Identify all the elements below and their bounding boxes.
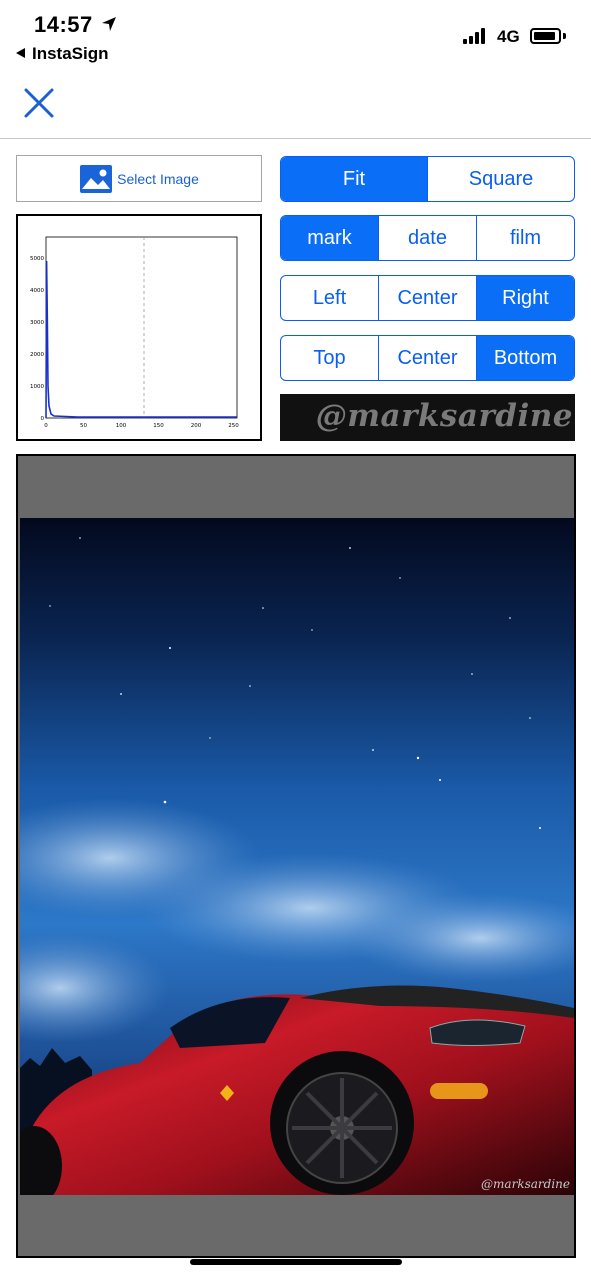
- nav-divider: [0, 138, 591, 139]
- date-option[interactable]: date: [378, 216, 476, 260]
- home-indicator: [190, 1259, 402, 1265]
- y-tick-0: 0: [41, 416, 45, 422]
- vertical-align-control: Top Center Bottom: [280, 335, 575, 381]
- night-sky-car-photo: [20, 518, 574, 1195]
- square-option[interactable]: Square: [427, 157, 574, 201]
- location-arrow-icon: [102, 17, 116, 31]
- text-type-control: mark date film: [280, 215, 575, 261]
- top-option[interactable]: Top: [281, 336, 378, 380]
- image-icon: [80, 164, 113, 193]
- horizontal-align-control: Left Center Right: [280, 275, 575, 321]
- histogram-chart: 0 50 100 150 200 250 0 1000 2000 3000 40…: [30, 236, 239, 429]
- x-tick-250: 250: [228, 423, 239, 429]
- watermark-preview: @marksardine: [280, 394, 575, 441]
- left-option[interactable]: Left: [281, 276, 378, 320]
- y-tick-1000: 1000: [30, 384, 44, 390]
- back-to-app-link[interactable]: InstaSign: [16, 44, 109, 64]
- v-center-option[interactable]: Center: [378, 336, 476, 380]
- watermark-preview-text: @marksardine: [315, 398, 573, 434]
- back-arrow-icon: [16, 48, 25, 58]
- y-tick-5000: 5000: [30, 256, 44, 262]
- back-link-label: InstaSign: [32, 44, 109, 63]
- photo: @marksardine: [20, 518, 574, 1195]
- network-type: 4G: [497, 27, 520, 46]
- status-time: 14:57: [34, 12, 93, 37]
- fit-option[interactable]: Fit: [281, 157, 427, 201]
- right-option[interactable]: Right: [476, 276, 574, 320]
- photo-watermark: @marksardine: [481, 1177, 570, 1191]
- histogram-panel: 0 50 100 150 200 250 0 1000 2000 3000 40…: [16, 214, 262, 441]
- image-preview: @marksardine: [16, 454, 576, 1258]
- h-center-option[interactable]: Center: [378, 276, 476, 320]
- battery-icon: [530, 28, 561, 44]
- select-image-button[interactable]: Select Image: [16, 155, 262, 202]
- select-image-label: Select Image: [117, 170, 199, 187]
- x-tick-100: 100: [116, 423, 127, 429]
- y-tick-2000: 2000: [30, 352, 44, 358]
- y-tick-4000: 4000: [30, 288, 44, 294]
- mark-option[interactable]: mark: [281, 216, 378, 260]
- cellular-signal-icon: [463, 28, 489, 44]
- fit-mode-control: Fit Square: [280, 156, 575, 202]
- film-option[interactable]: film: [476, 216, 574, 260]
- y-tick-3000: 3000: [30, 320, 44, 326]
- battery-nub: [563, 33, 566, 39]
- x-tick-150: 150: [153, 423, 164, 429]
- x-tick-50: 50: [80, 423, 87, 429]
- x-tick-0: 0: [44, 423, 48, 429]
- bottom-option[interactable]: Bottom: [476, 336, 574, 380]
- close-icon[interactable]: [22, 86, 56, 120]
- x-tick-200: 200: [191, 423, 202, 429]
